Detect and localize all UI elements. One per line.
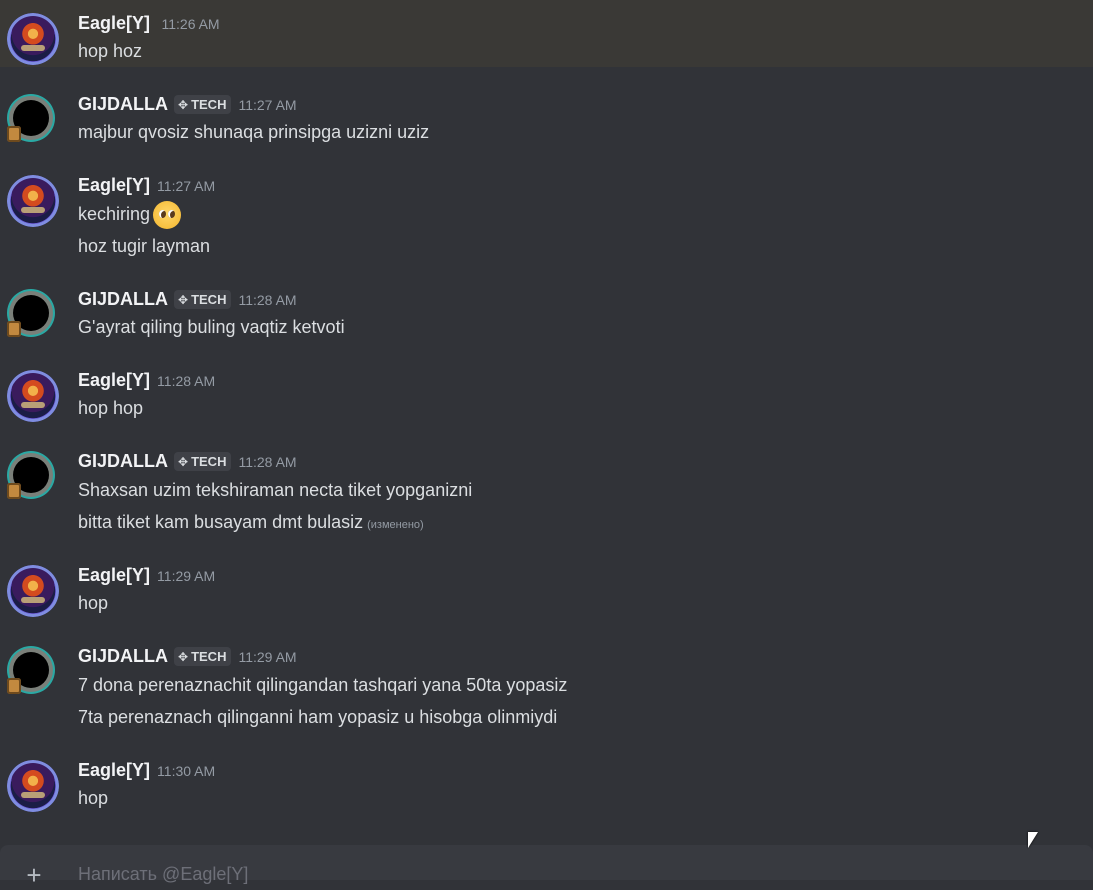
message-text: hop hop	[78, 398, 144, 418]
timestamp: 11:27 AM	[238, 96, 297, 113]
tag-diamond-icon: ✥	[178, 650, 189, 664]
timestamp: 11:29 AM	[157, 567, 216, 584]
role-tag[interactable]: ✥ TECH	[174, 647, 232, 666]
message-composer: +	[0, 845, 1093, 889]
plus-circle-icon[interactable]: +	[22, 862, 46, 888]
message-header: Eagle[Y] 11:28 AM	[78, 370, 215, 391]
avatar[interactable]	[7, 451, 59, 503]
avatar[interactable]	[7, 289, 59, 341]
username[interactable]: Eagle[Y]	[78, 565, 150, 585]
timestamp: 11:28 AM	[238, 453, 297, 470]
timestamp: 11:27 AM	[157, 177, 216, 194]
tag-label: TECH	[191, 97, 227, 112]
username[interactable]: GIJDALLA	[78, 94, 168, 114]
username[interactable]: GIJDALLA	[78, 289, 168, 309]
timestamp: 11:26 AM	[161, 15, 220, 32]
timestamp: 11:28 AM	[238, 291, 297, 308]
edited-label: (изменено)	[367, 519, 424, 531]
message-header: GIJDALLA ✥ TECH 11:28 AM	[78, 289, 297, 310]
tag-label: TECH	[191, 454, 227, 469]
username[interactable]: Eagle[Y]	[78, 175, 150, 195]
message-header: GIJDALLA ✥ TECH 11:27 AM	[78, 94, 297, 115]
message-text: G'ayrat qiling buling vaqtiz ketvoti	[78, 317, 345, 337]
message-header: Eagle[Y] 11:27 AM	[78, 175, 215, 196]
username[interactable]: GIJDALLA	[78, 646, 168, 666]
message-text: kechiring	[78, 203, 151, 224]
message-header: GIJDALLA ✥ TECH 11:29 AM	[78, 646, 297, 667]
username[interactable]: Eagle[Y]	[78, 760, 150, 780]
pleading-face-emoji-icon[interactable]	[153, 201, 182, 229]
message-list: Eagle[Y] 11:26 AM hop hoz GIJDALLA ✥ TECH 1…	[0, 0, 1093, 845]
message-text: hop	[78, 593, 109, 613]
avatar[interactable]	[7, 94, 59, 146]
previous-message-fragment	[0, 0, 780, 4]
avatar[interactable]	[7, 370, 59, 422]
avatar[interactable]	[7, 760, 59, 812]
mouse-pointer-icon	[1028, 832, 1038, 848]
role-tag[interactable]: ✥ TECH	[174, 95, 232, 114]
avatar[interactable]	[7, 175, 59, 227]
message-text: bitta tiket kam busayam dmt bulasiz	[78, 512, 364, 532]
tag-diamond-icon: ✥	[178, 293, 189, 307]
message-header: Eagle[Y] 11:29 AM	[78, 565, 215, 586]
message-text: majbur qvosiz shunaqa prinsipga uzizni u…	[78, 122, 430, 142]
timestamp: 11:30 AM	[157, 762, 216, 779]
tag-diamond-icon: ✥	[178, 455, 189, 469]
message-header: Eagle[Y] 11:26 AM	[78, 13, 220, 34]
timestamp: 11:28 AM	[157, 372, 216, 389]
avatar[interactable]	[7, 565, 59, 617]
message-header: Eagle[Y] 11:30 AM	[78, 760, 215, 781]
avatar[interactable]	[7, 646, 59, 698]
tag-label: TECH	[191, 292, 227, 307]
tag-label: TECH	[191, 649, 227, 664]
message-text: 7ta perenaznach qilinganni ham yopasiz u…	[78, 707, 558, 727]
username[interactable]: GIJDALLA	[78, 451, 168, 471]
message-text: 7 dona perenaznachit qilingandan tashqar…	[78, 675, 568, 695]
timestamp: 11:29 AM	[238, 648, 297, 665]
username[interactable]: Eagle[Y]	[78, 370, 150, 390]
message-text: hoz tugir layman	[78, 236, 211, 256]
highlighted-message: Eagle[Y] 11:26 AM hop hoz	[0, 0, 1093, 67]
tag-diamond-icon: ✥	[178, 98, 189, 112]
message-text: hop	[78, 788, 109, 808]
avatar[interactable]	[7, 13, 59, 65]
message-text: hop hoz	[78, 41, 143, 61]
username[interactable]: Eagle[Y]	[78, 13, 150, 33]
message-text-line: bitta tiket kam busayam dmt bulasiz (изме…	[78, 512, 424, 533]
role-tag[interactable]: ✥ TECH	[174, 290, 232, 309]
message-header: GIJDALLA ✥ TECH 11:28 AM	[78, 451, 297, 472]
role-tag[interactable]: ✥ TECH	[174, 452, 232, 471]
message-text: Shaxsan uzim tekshiraman necta tiket yop…	[78, 480, 473, 500]
message-input[interactable]	[78, 859, 978, 889]
message-text-line: kechiring	[78, 201, 182, 229]
